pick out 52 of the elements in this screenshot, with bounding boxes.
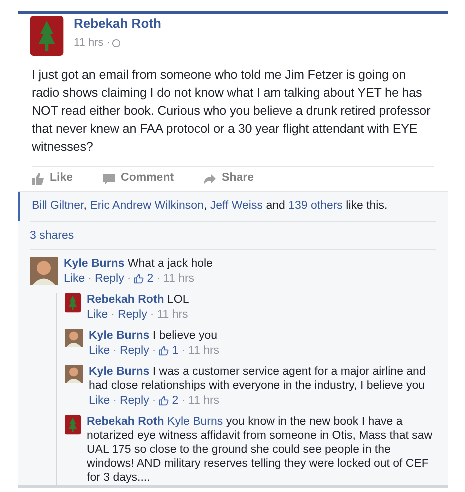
separator-dot: ·: [150, 308, 154, 322]
logo-icon: [65, 293, 81, 313]
separator-dot: ·: [152, 394, 156, 408]
separator-dot: ·: [127, 272, 132, 286]
logo-icon: [65, 415, 81, 435]
comment-time: 11 hrs: [188, 344, 220, 358]
separator-dot: ·: [113, 394, 117, 408]
thumbs-up-icon: [159, 396, 170, 406]
avatar-icon: [65, 329, 83, 347]
thumbs-up-icon: [159, 346, 170, 356]
like-count: 1: [172, 344, 179, 358]
action-button[interactable]: Like: [32, 170, 74, 188]
separator-dot: ·: [182, 344, 186, 358]
separator-dot: ·: [88, 272, 92, 286]
globe-icon: [112, 38, 122, 48]
like-count: 2: [147, 272, 154, 286]
comment-text: Rebekah Roth Kyle Burns you know in the new book I have a notarized eye witness affidavit from someone in Otis, Mass that saw UAL 175 so close to the ground she could see people in the windows! AND military reserves telling they were locked out of CEF for 3 days....: [87, 415, 434, 485]
like-link[interactable]: Like: [87, 308, 108, 322]
thumbs-up-icon: [32, 172, 44, 185]
like-link[interactable]: Like: [89, 344, 110, 358]
comment-text: Kyle Burns I was a customer service agent for a major airline and had close relationships with everyone in the industry, I believe you: [89, 365, 427, 393]
separator-dot: ·: [182, 394, 186, 408]
shares-link[interactable]: 3 shares: [30, 230, 74, 242]
logo-icon: [30, 16, 64, 56]
comment-text: Kyle Burns I believe you: [89, 329, 218, 343]
thumbs-up-icon: [134, 274, 144, 284]
like-count: 2: [172, 394, 179, 408]
comment-text: Kyle Burns What a jack hole: [64, 257, 213, 271]
like-link[interactable]: Like: [64, 272, 86, 286]
avatar-icon: [65, 365, 83, 383]
reply-link[interactable]: Reply: [120, 394, 150, 408]
post-text: I just got an email from someone who told me Jim Fetzer is going on radio shows claiming I do not know what I am talking about YET he has NOT read either book. Curious who you believe a drunk retired professor that never knew an FAA protocol or a 30 year flight attendant with EYE witnesses?: [31, 67, 432, 156]
separator-dot: ·: [113, 344, 117, 358]
likes-summary: Bill Giltner, Eric Andrew Wilkinson, Jeff Weiss and 139 others like this.: [18, 192, 448, 221]
arrow-icon: [204, 172, 216, 185]
separator-dot: ·: [111, 308, 115, 322]
comment-time: 11 hrs: [163, 272, 195, 286]
comment-text: Rebekah Roth LOL: [87, 293, 190, 307]
reply-link[interactable]: Reply: [120, 344, 150, 358]
author-name[interactable]: Rebekah Roth: [74, 16, 162, 31]
reply-link[interactable]: Reply: [94, 272, 124, 286]
reply-link[interactable]: Reply: [118, 308, 148, 322]
action-button[interactable]: Comment: [103, 170, 174, 188]
speech-bubble-icon: [103, 172, 116, 185]
like-link[interactable]: Like: [89, 394, 110, 408]
comment-time: 11 hrs: [188, 394, 220, 408]
post-time: 11 hrs ·: [74, 36, 110, 51]
separator-dot: ·: [152, 344, 156, 358]
avatar-icon: [30, 257, 58, 285]
separator-dot: ·: [156, 272, 160, 286]
comment-time: 11 hrs: [157, 308, 188, 322]
action-button[interactable]: Share: [204, 170, 254, 188]
